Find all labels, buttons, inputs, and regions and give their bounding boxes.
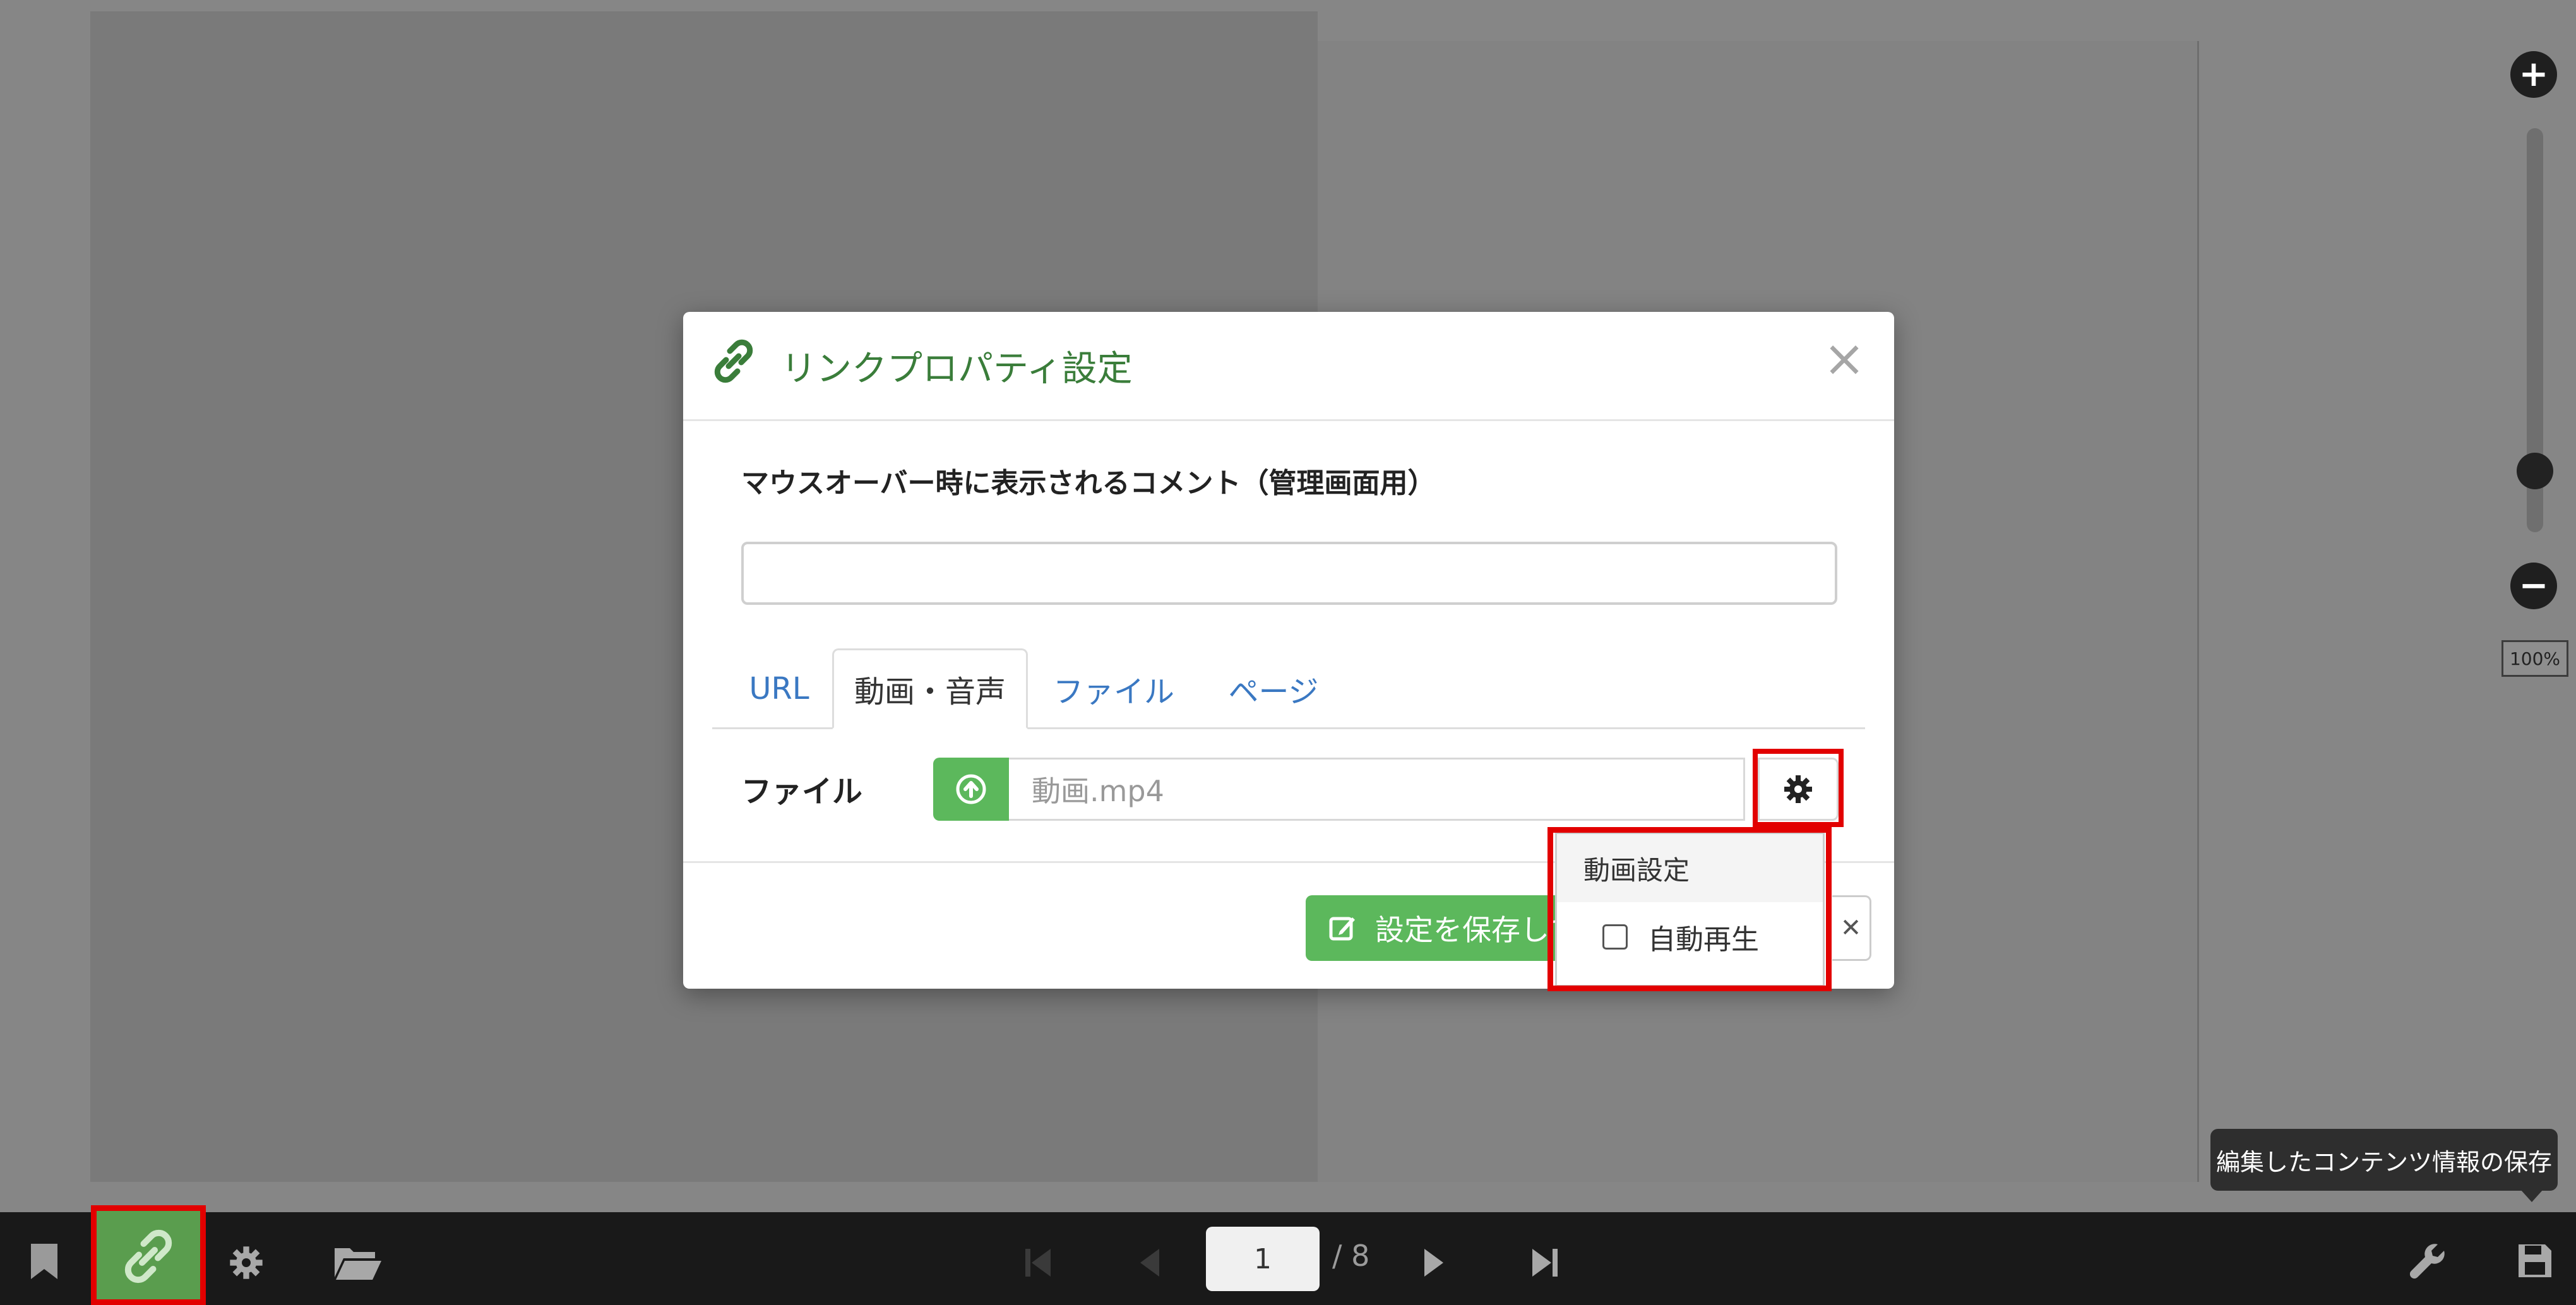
link-tool-highlight-box — [91, 1205, 206, 1305]
dropdown-highlight-box — [1547, 827, 1832, 991]
tab-page[interactable]: ページ — [1220, 648, 1327, 729]
upload-button[interactable] — [933, 758, 1009, 821]
file-label: ファイル — [741, 774, 863, 809]
cancel-button[interactable]: ✕ — [1832, 895, 1871, 961]
gear-highlight-box — [1753, 749, 1844, 827]
wrench-icon[interactable] — [2406, 1239, 2450, 1283]
edit-icon — [1329, 917, 1355, 941]
page-number-input[interactable]: 1 — [1206, 1227, 1320, 1291]
save-icon[interactable] — [2513, 1239, 2557, 1283]
tab-file[interactable]: ファイル — [1044, 648, 1183, 729]
dialog-header: リンクプロパティ設定 × — [683, 312, 1894, 421]
tab-url[interactable]: URL — [741, 648, 817, 729]
previous-page-icon[interactable] — [1130, 1241, 1168, 1285]
page-total-label: / 8 — [1332, 1239, 1370, 1273]
comment-label: マウスオーバー時に表示されるコメント（管理画面用） — [741, 467, 1436, 499]
tooltip-arrow — [2520, 1189, 2543, 1202]
close-icon[interactable]: × — [1820, 333, 1868, 384]
next-page-icon[interactable] — [1416, 1241, 1453, 1285]
folder-open-icon[interactable] — [333, 1241, 383, 1285]
first-page-icon[interactable] — [1019, 1241, 1057, 1285]
settings-gear-icon[interactable] — [224, 1241, 268, 1285]
zoom-level-label: 100% — [2501, 640, 2568, 677]
zoom-slider-thumb[interactable] — [2517, 453, 2553, 489]
dialog-title: リンクプロパティ設定 — [781, 349, 1133, 390]
upload-icon — [956, 774, 986, 804]
zoom-in-button[interactable]: + — [2510, 51, 2557, 98]
bookmark-icon[interactable] — [25, 1239, 63, 1284]
save-settings-button[interactable]: 設定を保存して — [1306, 895, 1558, 961]
file-name-field[interactable]: 動画.mp4 — [1009, 758, 1745, 821]
comment-input[interactable] — [741, 542, 1837, 605]
last-page-icon[interactable] — [1523, 1241, 1567, 1285]
zoom-out-button[interactable]: − — [2510, 563, 2557, 609]
save-tooltip: 編集したコンテンツ情報の保存 — [2210, 1129, 2558, 1191]
save-settings-label: 設定を保存して — [1375, 913, 1558, 947]
link-icon — [711, 338, 756, 384]
tab-video-audio[interactable]: 動画・音声 — [832, 648, 1028, 729]
